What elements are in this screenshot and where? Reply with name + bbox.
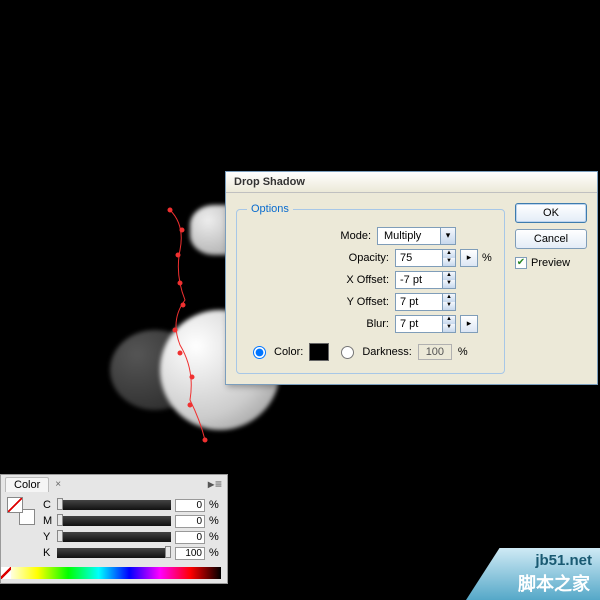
yoffset-input[interactable] (396, 294, 442, 310)
opacity-spinner[interactable]: ▲▼ (395, 249, 456, 267)
up-icon[interactable]: ▲ (443, 250, 455, 258)
watermark-text: 脚本之家 (518, 570, 590, 596)
spectrum-bar[interactable] (7, 567, 221, 579)
none-color-icon[interactable] (1, 567, 11, 579)
darkness-radio[interactable] (341, 346, 354, 359)
close-icon[interactable]: × (55, 479, 61, 490)
cmyk-sliders: C% M% Y% K% (43, 497, 221, 561)
percent-label: % (482, 252, 494, 264)
k-label: K (43, 547, 53, 559)
ok-button[interactable]: OK (515, 203, 587, 223)
color-panel: Color × ▸≡ C% M% Y% K% (0, 474, 228, 584)
up-icon[interactable]: ▲ (443, 316, 455, 324)
chevron-down-icon[interactable]: ▾ (440, 228, 455, 244)
fg-color[interactable] (7, 497, 23, 513)
blur-label: Blur: (366, 318, 389, 330)
watermark: jb51.net 脚本之家 (466, 548, 600, 600)
color-label: Color: (274, 346, 303, 358)
dialog-title: Drop Shadow (226, 172, 597, 193)
options-fieldset: Options Mode: Multiply ▾ Opacity: ▲▼ ▸ % (236, 203, 505, 374)
xoffset-input[interactable] (396, 272, 442, 288)
blur-spinner[interactable]: ▲▼ (395, 315, 456, 333)
color-radio[interactable] (253, 346, 266, 359)
xoffset-spinner[interactable]: ▲▼ (395, 271, 456, 289)
down-icon[interactable]: ▼ (443, 280, 455, 288)
opacity-label: Opacity: (349, 252, 389, 264)
darkness-label: Darkness: (362, 346, 412, 358)
k-input[interactable] (175, 547, 205, 560)
down-icon[interactable]: ▼ (443, 258, 455, 266)
m-input[interactable] (175, 515, 205, 528)
yoffset-spinner[interactable]: ▲▼ (395, 293, 456, 311)
cancel-button[interactable]: Cancel (515, 229, 587, 249)
k-slider[interactable] (57, 548, 171, 558)
mode-label: Mode: (340, 230, 371, 242)
darkness-input (418, 344, 452, 360)
y-slider[interactable] (57, 532, 171, 542)
preview-checkbox[interactable]: ✔ Preview (515, 257, 587, 269)
panel-menu-icon[interactable]: ▸≡ (208, 477, 223, 491)
down-icon[interactable]: ▼ (443, 302, 455, 310)
preview-label: Preview (531, 257, 570, 269)
opacity-slider-button[interactable]: ▸ (460, 249, 478, 267)
y-label: Y (43, 531, 53, 543)
mode-combo[interactable]: Multiply ▾ (377, 227, 456, 245)
down-icon[interactable]: ▼ (443, 324, 455, 332)
mode-value: Multiply (378, 229, 440, 243)
watermark-url: jb51.net (535, 552, 592, 569)
options-legend: Options (247, 203, 293, 215)
color-swatch[interactable] (309, 343, 329, 361)
fg-bg-swatch[interactable] (7, 497, 35, 525)
percent-label: % (458, 346, 470, 358)
up-icon[interactable]: ▲ (443, 272, 455, 280)
xoffset-label: X Offset: (346, 274, 389, 286)
m-label: M (43, 515, 53, 527)
c-input[interactable] (175, 499, 205, 512)
checkmark-icon: ✔ (515, 257, 527, 269)
drop-shadow-dialog: Drop Shadow Options Mode: Multiply ▾ Opa… (225, 171, 598, 385)
color-tab[interactable]: Color (5, 477, 49, 492)
y-input[interactable] (175, 531, 205, 544)
opacity-input[interactable] (396, 250, 442, 266)
blur-input[interactable] (396, 316, 442, 332)
c-label: C (43, 499, 53, 511)
m-slider[interactable] (57, 516, 171, 526)
c-slider[interactable] (57, 500, 171, 510)
up-icon[interactable]: ▲ (443, 294, 455, 302)
yoffset-label: Y Offset: (347, 296, 389, 308)
blur-slider-button[interactable]: ▸ (460, 315, 478, 333)
